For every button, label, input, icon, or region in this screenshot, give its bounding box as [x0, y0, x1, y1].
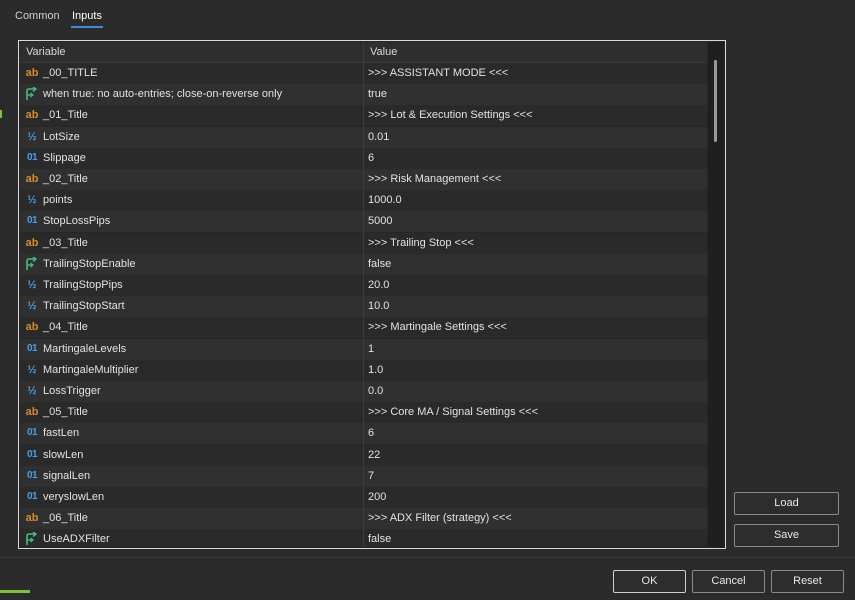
variable-name: points — [43, 194, 73, 207]
variable-value[interactable]: 1 — [368, 343, 374, 355]
double-type-icon: ½ — [27, 130, 37, 143]
variable-value[interactable]: 0.01 — [368, 131, 389, 143]
variable-value[interactable]: >>> Trailing Stop <<< — [368, 237, 474, 249]
variable-name: _05_Title — [43, 406, 88, 419]
bool-type-icon — [24, 87, 40, 101]
variable-value[interactable]: 6 — [368, 427, 374, 439]
variable-name: TrailingStopEnable — [43, 257, 136, 270]
string-type-icon: ab — [25, 109, 39, 122]
save-button[interactable]: Save — [734, 524, 839, 547]
string-type-icon: ab — [25, 512, 39, 525]
variable-value[interactable]: 22 — [368, 449, 380, 461]
footer-divider — [0, 557, 855, 558]
double-type-icon: ½ — [27, 279, 37, 291]
double-type-icon: ½ — [27, 385, 37, 397]
variable-value[interactable]: 0.0 — [368, 385, 383, 397]
string-type-icon: ab — [25, 67, 39, 79]
variable-name: _01_Title — [43, 109, 88, 122]
double-type-icon: ½ — [27, 363, 37, 376]
variable-name: TrailingStopStart — [43, 300, 125, 313]
variable-name: Slippage — [43, 151, 86, 164]
inputs-table-body: Variable Value ab _00_TITLE >>> ASSISTANT … — [20, 42, 707, 547]
variable-value[interactable]: >>> ADX Filter (strategy) <<< — [368, 512, 512, 524]
variable-value[interactable]: 1.0 — [368, 364, 383, 376]
variable-value[interactable]: 7 — [368, 470, 374, 482]
tab-bar: Common Inputs — [0, 0, 855, 30]
tab-inputs[interactable]: Inputs — [72, 10, 102, 22]
integer-type-icon: 01 — [26, 491, 38, 502]
variable-name: _03_Title — [43, 236, 88, 249]
bool-type-icon — [24, 256, 40, 271]
integer-type-icon: 01 — [26, 215, 38, 227]
tab-common[interactable]: Common — [15, 10, 60, 22]
bool-type-icon — [24, 532, 40, 546]
variable-value[interactable]: >>> Lot & Execution Settings <<< — [368, 109, 533, 121]
integer-type-icon: 01 — [26, 151, 38, 163]
load-button[interactable]: Load — [734, 492, 839, 515]
variable-value[interactable]: 6 — [368, 152, 374, 164]
variable-name: _04_Title — [43, 321, 88, 334]
variable-value[interactable]: 5000 — [368, 215, 392, 227]
reset-button[interactable]: Reset — [771, 570, 844, 593]
variable-name: _02_Title — [43, 173, 88, 185]
integer-type-icon: 01 — [26, 427, 38, 439]
variable-name: signalLen — [43, 469, 91, 482]
variable-value[interactable]: >>> Risk Management <<< — [368, 173, 501, 185]
variable-value[interactable]: 20.0 — [368, 279, 389, 291]
column-header-value[interactable]: Value — [370, 46, 397, 58]
variable-name: LossTrigger — [43, 385, 101, 397]
variable-value[interactable]: 1000.0 — [368, 194, 402, 206]
variable-name: TrailingStopPips — [43, 279, 123, 291]
variable-value[interactable]: >>> Martingale Settings <<< — [368, 321, 507, 333]
variable-value[interactable]: false — [368, 533, 391, 545]
string-type-icon: ab — [25, 173, 39, 185]
variable-name: LotSize — [43, 130, 80, 143]
scrollbar-thumb[interactable] — [714, 60, 717, 142]
variable-name: slowLen — [43, 448, 84, 461]
ok-button[interactable]: OK — [613, 570, 686, 593]
variable-name: when true: no auto-entries; close-on-rev… — [43, 88, 283, 101]
variable-name: _00_TITLE — [43, 67, 98, 79]
vertical-scrollbar[interactable] — [708, 42, 724, 547]
variable-value[interactable]: >>> ASSISTANT MODE <<< — [368, 67, 508, 79]
double-type-icon: ½ — [27, 194, 37, 207]
column-separator[interactable] — [363, 42, 364, 547]
variable-name: veryslowLen — [43, 491, 105, 503]
active-tab-indicator — [71, 26, 103, 28]
edge-marker — [0, 110, 2, 118]
inputs-table: Variable Value ab _00_TITLE >>> ASSISTANT … — [18, 40, 726, 549]
variable-name: StopLossPips — [43, 215, 111, 228]
variable-name: MartingaleMultiplier — [43, 363, 139, 376]
integer-type-icon: 01 — [26, 469, 38, 481]
cancel-button[interactable]: Cancel — [692, 570, 765, 593]
column-header-variable[interactable]: Variable — [26, 46, 66, 58]
integer-type-icon: 01 — [26, 342, 38, 354]
variable-value[interactable]: >>> Core MA / Signal Settings <<< — [368, 406, 538, 418]
integer-type-icon: 01 — [26, 448, 38, 460]
variable-name: UseADXFilter — [43, 533, 110, 546]
variable-value[interactable]: true — [368, 88, 387, 100]
variable-value[interactable]: false — [368, 258, 391, 270]
variable-name: MartingaleLevels — [43, 342, 127, 355]
variable-value[interactable]: 10.0 — [368, 300, 389, 312]
variable-name: _06_Title — [43, 512, 88, 525]
string-type-icon: ab — [25, 406, 39, 419]
string-type-icon: ab — [25, 321, 39, 334]
double-type-icon: ½ — [27, 300, 37, 313]
variable-name: fastLen — [43, 427, 80, 440]
variable-value[interactable]: 200 — [368, 491, 386, 503]
edge-marker-bottom — [0, 590, 30, 593]
string-type-icon: ab — [25, 236, 39, 249]
